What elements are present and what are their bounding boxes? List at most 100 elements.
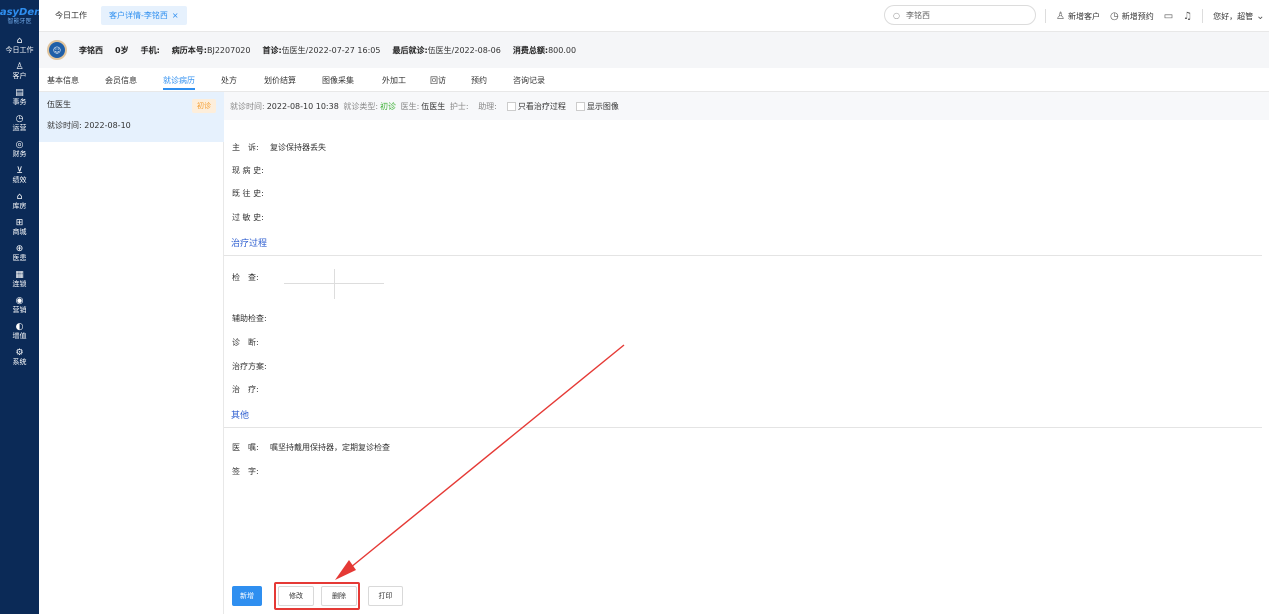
visit-time-label: 就诊时间: (230, 101, 265, 111)
sidebar-item-marketing[interactable]: ◉ 营销 (0, 294, 39, 316)
tab-external-processing[interactable]: 外加工 (382, 75, 406, 86)
sidebar-item-label: 增值 (12, 331, 27, 340)
notification-button[interactable]: ♫ (1183, 11, 1192, 22)
section-divider (224, 427, 1262, 428)
treatment-plan: 治疗方案: (232, 362, 267, 371)
section-divider (224, 255, 1262, 256)
total-spend: 消费总额:800.00 (512, 45, 577, 55)
clock-add-icon: ◷ (1109, 10, 1119, 22)
brand-logo[interactable]: EasyDent 智能牙医 (0, 0, 46, 34)
new-appointment-button[interactable]: ◷ 新增预约 (1110, 11, 1154, 22)
bell-icon: ♫ (1183, 10, 1193, 22)
sidebar-item-value-added[interactable]: ◐ 增值 (0, 320, 39, 342)
show-images-checkbox[interactable] (575, 101, 585, 111)
first-visit: 首诊:伍医生/2022-07-27 16:05 (262, 45, 381, 55)
print-button[interactable]: 打印 (368, 586, 403, 606)
patient-name: 李铭西 (79, 45, 103, 55)
message-button[interactable]: ▭ (1164, 11, 1173, 22)
document-icon: ▤ (15, 87, 24, 98)
record-panel: 就诊时间: 2022-08-10 10:38 就诊类型: 初诊 医生: 伍医生 … (224, 92, 1269, 614)
visit-list-item[interactable]: 伍医生 初诊 就诊时间: 2022-08-10 (39, 92, 224, 142)
only-treatment-label: 只看治疗过程 (517, 101, 566, 111)
visit-time: 2022-08-10 10:38 (266, 101, 339, 111)
tab-follow-up[interactable]: 回访 (430, 75, 446, 86)
treatment: 治 疗: (232, 385, 259, 394)
sidebar-item-customer[interactable]: ♙ 客户 (0, 60, 39, 82)
top-bar: 今日工作 客户详情-李铭西 × ○ 李铭西 ♙ 新增客户 ◷ 新增预约 ▭ ♫ (39, 0, 1269, 32)
finance-icon: ◎ (15, 139, 24, 150)
visit-date: 就诊时间: 2022-08-10 (47, 121, 131, 130)
sidebar-item-label: 事务 (12, 97, 27, 106)
tab-member-info[interactable]: 会员信息 (105, 75, 137, 86)
new-customer-button[interactable]: ♙ 新增客户 (1056, 11, 1100, 22)
new-button[interactable]: 新增 (232, 586, 262, 606)
signature: 签 字: (232, 467, 259, 476)
tab-image-capture[interactable]: 图像采集 (322, 75, 354, 86)
active-tab-indicator (163, 88, 195, 90)
app-root: EasyDent 智能牙医 ⌂今日工作♙客户▤事务◷运营◎财务⊻绩效⌂库房⊞商城… (0, 0, 1269, 614)
auxiliary-exam: 辅助检查: (232, 314, 267, 323)
clock-icon: ◷ (15, 113, 24, 124)
divider (1202, 9, 1204, 23)
tab-customer-detail[interactable]: 客户详情-李铭西 × (101, 6, 187, 25)
tab-visit-records[interactable]: 就诊病历 (163, 75, 195, 86)
tab-prescription[interactable]: 处方 (221, 75, 237, 86)
show-images-label: 显示图像 (586, 101, 619, 111)
tab-appointment[interactable]: 预约 (471, 75, 487, 86)
avatar: ☺ (47, 40, 67, 60)
sidebar-item-chain[interactable]: ▦ 连锁 (0, 268, 39, 290)
doctor-label: 医生: (400, 101, 420, 111)
marketing-icon: ◉ (15, 295, 24, 306)
value-icon: ◐ (15, 321, 24, 332)
sidebar-item-label: 商城 (12, 227, 27, 236)
visit-info-bar: 就诊时间: 2022-08-10 10:38 就诊类型: 初诊 医生: 伍医生 … (224, 92, 1269, 120)
sidebar-item-operation[interactable]: ◷ 运营 (0, 112, 39, 134)
user-icon: ♙ (15, 61, 24, 72)
sidebar-item-label: 库房 (12, 201, 27, 210)
chevron-down-icon: ⌄ (1256, 10, 1265, 22)
detail-tabs: 基本信息 会员信息 就诊病历 处方 划价结算 图像采集 外加工 回访 预约 咨询… (39, 68, 1269, 92)
tab-basic-info[interactable]: 基本信息 (47, 75, 79, 86)
user-add-icon: ♙ (1056, 10, 1065, 22)
chart-icon: ⊻ (16, 165, 23, 176)
search-input[interactable]: ○ 李铭西 (884, 5, 1036, 25)
sidebar-item-today-work[interactable]: ⌂ 今日工作 (0, 34, 39, 56)
visit-doctor: 伍医生 (47, 100, 71, 109)
sidebar-item-doctor-patient[interactable]: ⊕ 医患 (0, 242, 39, 264)
left-nav: EasyDent 智能牙医 ⌂今日工作♙客户▤事务◷运营◎财务⊻绩效⌂库房⊞商城… (0, 0, 46, 614)
highlight-box (274, 582, 360, 610)
present-history: 现 病 史: (232, 166, 264, 175)
sidebar-item-mall[interactable]: ⊞ 商城 (0, 216, 39, 238)
tab-today-work[interactable]: 今日工作 (47, 6, 95, 25)
sidebar-item-label: 今日工作 (5, 45, 34, 54)
sidebar-item-label: 医患 (12, 253, 27, 262)
sidebar-item-system[interactable]: ⚙ 系统 (0, 346, 39, 368)
user-menu[interactable]: 您好，超管 ⌄ (1213, 11, 1264, 22)
visit-list: 伍医生 初诊 就诊时间: 2022-08-10 (39, 92, 224, 614)
chain-icon: ▦ (15, 269, 24, 280)
sidebar-item-affairs[interactable]: ▤ 事务 (0, 86, 39, 108)
warehouse-icon: ⌂ (16, 191, 23, 202)
assistant-label: 助理: (478, 101, 497, 111)
sidebar-item-label: 运营 (12, 123, 27, 132)
patient-age: 0岁 (115, 45, 129, 55)
visit-type: 初诊 (380, 101, 397, 111)
patient-header: ☺ 李铭西 0岁 手机: 病历本号:BJ2207020 首诊:伍医生/2022-… (39, 32, 1269, 68)
people-icon: ⊕ (15, 243, 24, 254)
only-treatment-checkbox[interactable] (506, 101, 516, 111)
nurse-label: 护士: (449, 101, 469, 111)
new-customer-label: 新增客户 (1067, 11, 1100, 21)
gear-icon: ⚙ (15, 347, 24, 358)
allergy-history: 过 敏 史: (232, 213, 264, 222)
brand-subtitle: 智能牙医 (7, 18, 32, 25)
sidebar-item-performance[interactable]: ⊻ 绩效 (0, 164, 39, 186)
sidebar-item-finance[interactable]: ◎ 财务 (0, 138, 39, 160)
sidebar-item-warehouse[interactable]: ⌂ 库房 (0, 190, 39, 212)
tab-billing[interactable]: 划价结算 (264, 75, 296, 86)
search-value: 李铭西 (905, 10, 930, 20)
close-icon[interactable]: × (172, 11, 179, 20)
cart-icon: ⊞ (15, 217, 24, 228)
doctor-name: 伍医生 (421, 101, 446, 111)
tab-consultation[interactable]: 咨询记录 (513, 75, 545, 86)
search-icon: ○ (893, 10, 900, 20)
